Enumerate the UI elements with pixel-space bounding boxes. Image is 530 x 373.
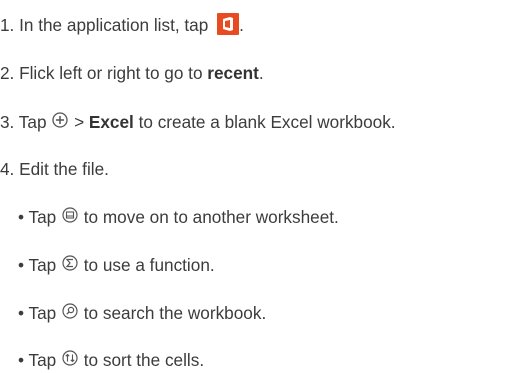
step-1-prefix: 1. In the application list, tap [0,15,214,35]
bullet-1-suffix: to move on to another worksheet. [78,207,339,227]
worksheet-icon [61,206,79,229]
bullet-3-prefix: • Tap [18,303,61,323]
bullet-1-prefix: • Tap [18,207,61,227]
bullet-sort: • Tap to sort the cells. [18,349,204,373]
bullet-worksheet: • Tap to move on to another worksheet. [18,206,339,230]
bullet-3-suffix: to search the workbook. [78,303,267,323]
step-3-prefix: 3. Tap [0,112,52,132]
step-2: 2. Flick left or right to go to recent. [0,62,264,84]
function-sigma-icon [61,254,79,277]
step-3: 3. Tap > Excel to create a blank Excel w… [0,111,396,135]
sort-icon [61,349,79,372]
add-circle-icon [51,111,69,134]
bullet-function: • Tap to use a function. [18,254,215,278]
bullet-2-suffix: to use a function. [78,255,215,275]
step-3-excel: Excel [88,112,134,132]
step-2-prefix: 2. Flick left or right to go to [0,63,208,83]
bullet-4-suffix: to sort the cells. [78,350,205,370]
step-2-suffix: . [258,63,264,83]
step-3-middle: > [69,112,89,132]
search-icon [61,302,79,325]
step-3-suffix: to create a blank Excel workbook. [133,112,396,132]
step-1-suffix: . [239,15,244,35]
bullet-search: • Tap to search the workbook. [18,302,266,326]
step-1: 1. In the application list, tap . [0,13,244,37]
step-4-text: 4. Edit the file. [0,159,109,179]
office-icon [217,13,240,36]
bullet-2-prefix: • Tap [18,255,61,275]
step-4: 4. Edit the file. [0,158,109,180]
bullet-4-prefix: • Tap [18,350,61,370]
step-2-recent: recent [207,63,259,83]
